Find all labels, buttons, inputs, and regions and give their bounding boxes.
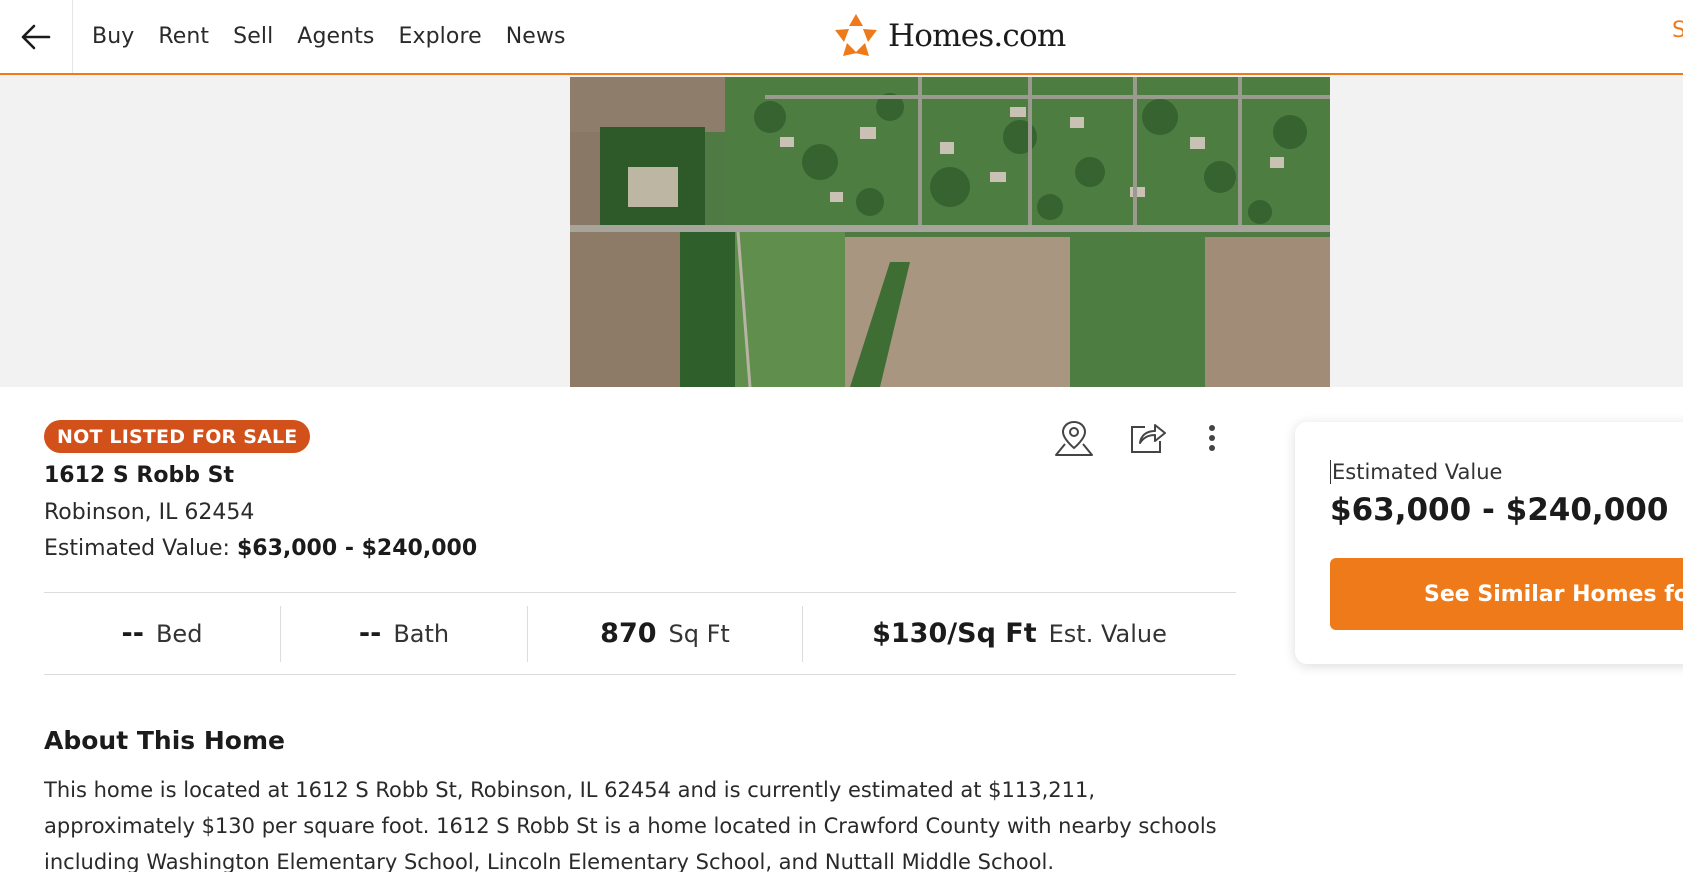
see-similar-homes-button[interactable]: See Similar Homes for S — [1330, 558, 1683, 630]
about-section-title: About This Home — [44, 726, 285, 755]
about-section-text: This home is located at 1612 S Robb St, … — [44, 778, 1217, 872]
stat-price-per-sqft-value: $130/Sq Ft — [872, 618, 1037, 649]
nav-explore[interactable]: Explore — [398, 24, 481, 49]
nav-buy[interactable]: Buy — [92, 24, 134, 49]
stat-sqft: 870 Sq Ft — [527, 605, 802, 662]
stat-sqft-label: Sq Ft — [668, 619, 730, 648]
logo-text: Homes.com — [888, 18, 1066, 54]
property-city-state-zip: Robinson, IL 62454 — [44, 500, 255, 525]
homes-logo-mark-icon — [835, 14, 877, 56]
stat-bed-label: Bed — [155, 619, 203, 648]
stat-price-per-sqft-label: Est. Value — [1048, 619, 1167, 648]
estimated-value-line: Estimated Value: $63,000 - $240,000 — [44, 536, 477, 561]
card-estimated-value-amount: $63,000 - $240,000 — [1330, 492, 1669, 528]
main-nav: Buy Rent Sell Agents Explore News — [92, 0, 590, 73]
stat-bath-label: Bath — [393, 619, 450, 648]
homes-logo[interactable]: Homes.com — [832, 8, 1066, 64]
stat-bed-value: -- — [121, 618, 144, 649]
map-pin-icon — [1055, 420, 1093, 456]
more-options-button[interactable] — [1188, 414, 1236, 462]
estimated-value-amount: $63,000 - $240,000 — [236, 536, 478, 561]
stat-sqft-value: 870 — [600, 618, 657, 649]
stat-bath-value: -- — [358, 618, 382, 649]
property-stats-bar: -- Bed -- Bath 870 Sq Ft $130/Sq Ft Est.… — [44, 592, 1236, 675]
card-estimated-value-label: Estimated Value — [1330, 460, 1503, 484]
stat-price-per-sqft: $130/Sq Ft Est. Value — [802, 605, 1236, 662]
nav-news[interactable]: News — [506, 24, 566, 49]
map-pin-button[interactable] — [1050, 414, 1098, 462]
arrow-left-icon — [21, 24, 51, 49]
status-badge: NOT LISTED FOR SALE — [44, 420, 311, 453]
satellite-map-image[interactable] — [570, 77, 1330, 387]
property-address: 1612 S Robb St — [44, 463, 234, 488]
share-icon — [1131, 424, 1166, 453]
header-right-link[interactable]: S — [1672, 18, 1683, 43]
stat-bath: -- Bath — [280, 605, 527, 662]
listing-actions — [1050, 414, 1236, 462]
nav-sell[interactable]: Sell — [233, 24, 273, 49]
top-header: Buy Rent Sell Agents Explore News Homes.… — [0, 0, 1683, 75]
nav-rent[interactable]: Rent — [158, 24, 209, 49]
satellite-map-graphic — [570, 77, 1330, 387]
stat-bed: -- Bed — [44, 606, 280, 662]
estimated-value-label: Estimated Value: — [44, 536, 230, 561]
back-button[interactable] — [0, 0, 73, 73]
more-vertical-icon — [1209, 425, 1215, 451]
share-button[interactable] — [1124, 414, 1172, 462]
nav-agents[interactable]: Agents — [297, 24, 374, 49]
estimated-value-card: Estimated Value $63,000 - $240,000 See S… — [1295, 422, 1683, 664]
